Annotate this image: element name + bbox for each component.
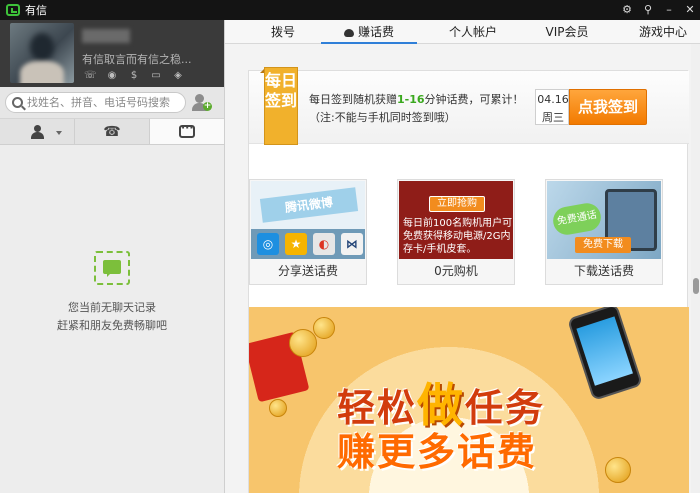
signin-note: （注:不能与手机同时签到哦） — [309, 111, 456, 124]
signin-description: 每日签到随机获赠1-16分钟话费，可累计！ — [309, 93, 524, 106]
tab-vip[interactable]: VIP会员 — [533, 20, 601, 44]
title-bar: 有信 ⚙ ⚲ – ✕ — [0, 0, 700, 20]
buy-now-button[interactable]: 立即抢购 — [429, 196, 485, 212]
buy-description: 每日前100名购机用户可免费获得移动电源/2G内存卡/手机皮套。 — [403, 218, 513, 255]
person-icon — [30, 124, 44, 139]
window-controls: ⚙ ⚲ – ✕ — [621, 0, 696, 20]
date-text: 04.16 — [537, 93, 569, 106]
dollar-icon[interactable]: $ — [128, 70, 140, 82]
search-box[interactable] — [5, 92, 186, 113]
app-logo-icon — [6, 4, 20, 16]
close-icon[interactable]: ✕ — [684, 4, 696, 16]
promo-caption[interactable]: 下载送话费 — [546, 262, 662, 279]
signin-button[interactable]: 点我签到 — [569, 89, 647, 125]
free-download-button[interactable]: 免费下载 — [575, 237, 631, 253]
call-history-icon: ☎ — [103, 123, 121, 140]
left-panel: 有信取言而有信之稳... ☏ ◉ $ ▭ ◈ + ☎ 您当前无聊天 — [0, 20, 224, 493]
pin-icon[interactable]: ⚲ — [642, 4, 654, 16]
search-icon — [12, 97, 23, 108]
nickname — [82, 29, 130, 43]
banner-subheadline: 赚更多话费 — [337, 430, 538, 474]
gear-icon[interactable]: ⚙ — [621, 4, 633, 16]
scroll-thumb[interactable] — [693, 278, 699, 294]
empty-message-line2: 赶紧和朋友免费畅聊吧 — [57, 319, 167, 332]
tab-game-center[interactable]: 游戏中心 — [623, 20, 700, 44]
profile-icons: ☏ ◉ $ ▭ ◈ — [84, 70, 184, 82]
promo-caption[interactable]: 分享送话费 — [250, 262, 366, 279]
promo-share[interactable]: 腾讯微博 ◎ ★ ◐ ⋈ 分享送话费 — [249, 179, 367, 285]
content-area: 每日签到 每日签到随机获赠1-16分钟话费，可累计！ （注:不能与手机同时签到哦… — [248, 67, 689, 493]
messages-tab[interactable] — [150, 119, 224, 144]
share-icons: ◎ ★ ◐ ⋈ — [257, 233, 363, 255]
avatar[interactable] — [10, 23, 74, 83]
contacts-tab[interactable] — [0, 119, 75, 144]
scrollbar[interactable] — [691, 44, 700, 493]
promo-download[interactable]: 免费通话 免费下载 下载送话费 — [545, 179, 663, 285]
signature-text[interactable]: 有信取言而有信之稳... — [82, 51, 192, 67]
promo-caption[interactable]: 0元购机 — [398, 262, 514, 279]
date-box: 04.16 周三 — [535, 89, 569, 125]
tab-account[interactable]: 个人帐户 — [435, 20, 511, 44]
calls-tab[interactable]: ☎ — [75, 119, 150, 144]
signin-badge-text: 每日签到 — [265, 71, 298, 110]
search-input[interactable] — [27, 96, 177, 109]
right-panel: 拨号 赚话费 个人帐户 VIP会员 游戏中心 每日签到 每日签到随机获赠1-16… — [224, 20, 700, 493]
call-icon[interactable]: ☏ — [84, 70, 97, 82]
qzone-icon[interactable]: ◎ — [257, 233, 279, 255]
promo-share-image[interactable]: 腾讯微博 ◎ ★ ◐ ⋈ — [251, 181, 365, 259]
coin-icon — [343, 29, 354, 37]
weekday-text: 周三 — [542, 111, 564, 124]
tab-dial[interactable]: 拨号 — [253, 20, 313, 44]
add-contact-icon[interactable]: + — [192, 94, 212, 112]
promo-buy-image[interactable]: 立即抢购 每日前100名购机用户可免费获得移动电源/2G内存卡/手机皮套。 — [399, 181, 513, 259]
coin-image — [289, 329, 317, 357]
free-call-badge: 免费通话 — [550, 201, 604, 237]
piggy-icon[interactable]: ◉ — [106, 70, 118, 82]
chat-icon — [179, 121, 195, 138]
minimize-icon[interactable]: – — [663, 4, 675, 16]
weibo-banner: 腾讯微博 — [259, 187, 359, 223]
main-nav: 拨号 赚话费 个人帐户 VIP会员 游戏中心 — [225, 20, 700, 44]
promo-buy[interactable]: 立即抢购 每日前100名购机用户可免费获得移动电源/2G内存卡/手机皮套。 0元… — [397, 179, 515, 285]
renren-icon[interactable]: ⋈ — [341, 233, 363, 255]
coin-image — [313, 317, 335, 339]
empty-chat-icon — [94, 251, 130, 285]
search-bar: + — [0, 87, 224, 118]
empty-chat-state: 您当前无聊天记录 赶紧和朋友免费畅聊吧 — [0, 145, 224, 493]
tab-earn-credit[interactable]: 赚话费 — [321, 20, 417, 44]
profile-header: 有信取言而有信之稳... ☏ ◉ $ ▭ ◈ — [0, 20, 224, 87]
signin-badge: 每日签到 — [260, 67, 298, 145]
app-title: 有信 — [25, 4, 47, 17]
task-banner[interactable]: 轻松做任务 赚更多话费 — [249, 307, 689, 493]
coin-image — [269, 399, 287, 417]
left-tabs: ☎ — [0, 118, 224, 145]
card-icon[interactable]: ▭ — [150, 70, 162, 82]
star-icon[interactable]: ★ — [285, 233, 307, 255]
gamepad-icon[interactable]: ◈ — [172, 70, 184, 82]
chevron-down-icon[interactable] — [56, 131, 62, 135]
phone-image — [566, 307, 644, 401]
coin-image — [605, 457, 631, 483]
promo-download-image[interactable]: 免费通话 免费下载 — [547, 181, 661, 259]
empty-message-line1: 您当前无聊天记录 — [68, 301, 156, 314]
signin-card: 每日签到 每日签到随机获赠1-16分钟话费，可累计！ （注:不能与手机同时签到哦… — [249, 67, 689, 145]
weibo-icon[interactable]: ◐ — [313, 233, 335, 255]
